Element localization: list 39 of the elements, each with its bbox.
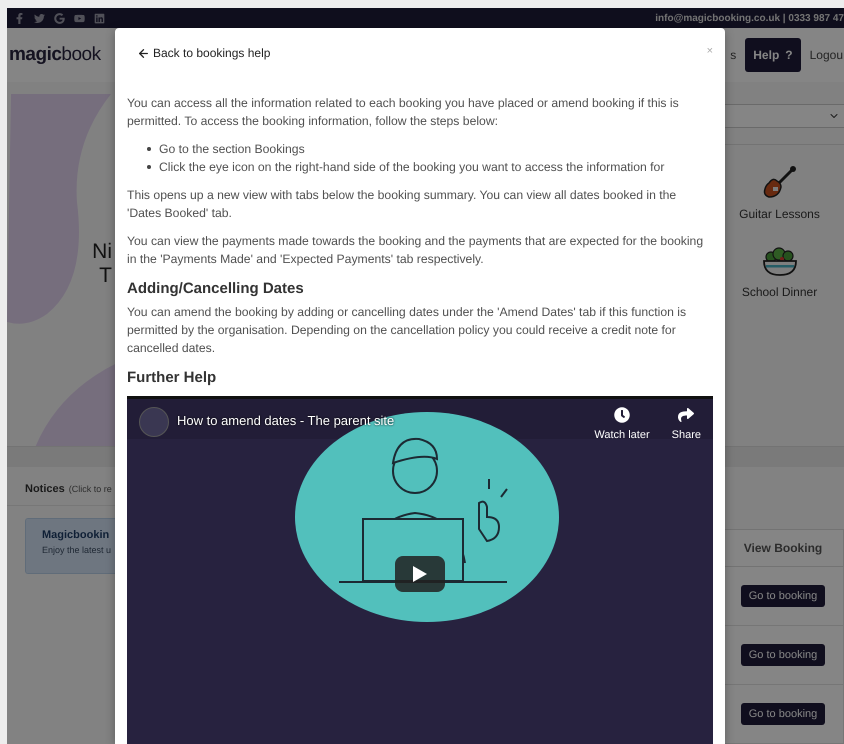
notice-text: Enjoy the latest u bbox=[42, 545, 112, 555]
help-paragraph: You can view the payments made towards the booking and the payments that are expected for the booking in the 'Payments Made' and 'Expected Payments' tab respectively. bbox=[127, 233, 704, 268]
share-icon bbox=[678, 407, 694, 423]
nav-link[interactable]: s bbox=[730, 48, 736, 62]
back-link[interactable]: Back to bookings help bbox=[137, 46, 270, 60]
notices-hint: (Click to re bbox=[68, 484, 112, 494]
go-to-booking-button[interactable]: Go to booking bbox=[740, 644, 826, 666]
nav-link[interactable]: Logou bbox=[810, 48, 843, 62]
salad-bowl-icon bbox=[762, 245, 798, 278]
bullet-icon bbox=[147, 165, 151, 169]
section-heading: Adding/Cancelling Dates bbox=[127, 280, 305, 297]
notice-title: Magicbookin bbox=[42, 529, 110, 541]
activity-category[interactable]: Guitar Lessons bbox=[739, 165, 820, 222]
hero-heading: T bbox=[99, 264, 112, 288]
video-player[interactable]: How to amend dates - The parent site Watch later Share bbox=[127, 396, 713, 744]
video-title[interactable]: How to amend dates - The parent site bbox=[177, 413, 572, 428]
help-paragraph: You can access all the information related to each booking you have placed or amend booking if this is permitted. To access the booking information, follow the steps below: bbox=[127, 95, 680, 130]
list-item-text: Click the eye icon on the right-hand side of the booking you want to access the information for bbox=[159, 159, 664, 176]
help-button[interactable]: Help ? bbox=[745, 38, 801, 72]
logo[interactable]: magicbook bbox=[9, 44, 101, 66]
guitar-icon bbox=[762, 165, 796, 200]
clock-icon bbox=[614, 407, 630, 423]
go-to-booking-button[interactable]: Go to booking bbox=[740, 585, 826, 607]
bullet-icon bbox=[147, 147, 151, 151]
column-header: View Booking bbox=[722, 529, 844, 567]
arrow-left-icon bbox=[137, 46, 150, 60]
help-paragraph: You can amend the booking by adding or cancelling dates under the 'Amend Dates' tab if this function is permitted by the organisation. Depending on the cancellation policy you could receive a credit note for cancelled dates. bbox=[127, 304, 688, 357]
play-icon bbox=[413, 566, 427, 582]
help-paragraph: This opens up a new view with tabs below the booking summary. You can view all dates booked in the 'Dates Booked' tab. bbox=[127, 187, 678, 222]
play-button[interactable] bbox=[395, 556, 445, 592]
notices-title: Notices bbox=[25, 483, 65, 495]
go-to-booking-button[interactable]: Go to booking bbox=[740, 703, 826, 725]
section-heading: Further Help bbox=[127, 369, 218, 386]
list-item-text: Go to the section Bookings bbox=[159, 141, 305, 158]
activity-category[interactable]: School Dinner bbox=[742, 245, 818, 300]
hero-heading: Ni bbox=[92, 240, 112, 264]
contact-info: info@magicbooking.co.uk | 0333 987 47 bbox=[655, 12, 844, 24]
video-action-button[interactable]: Share bbox=[672, 407, 701, 441]
video-action-button[interactable]: Watch later bbox=[594, 407, 650, 441]
